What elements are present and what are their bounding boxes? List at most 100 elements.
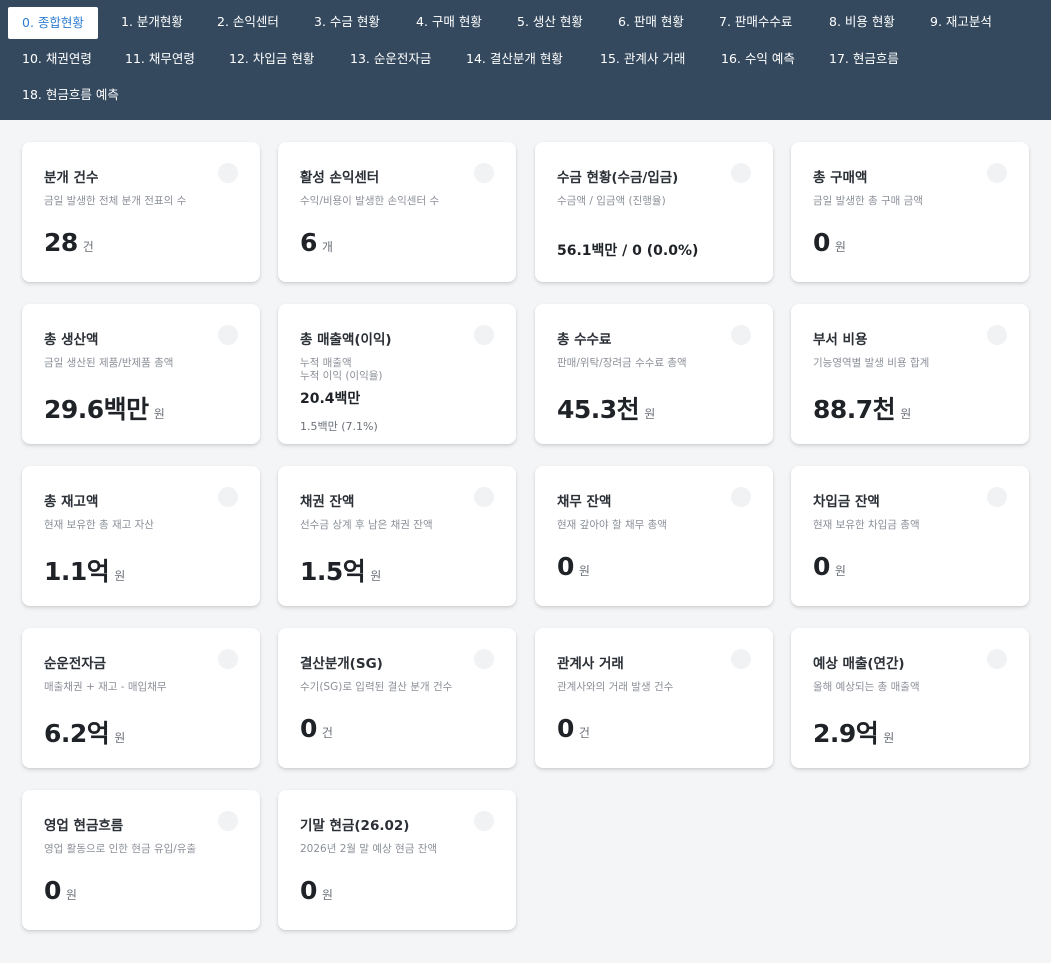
card-total-commission: 총 수수료 판매/위탁/장려금 수수료 총액 45.3천 원: [535, 304, 773, 444]
card-department-expense: 부서 비용 기능영역별 발생 비용 합계 88.7천 원: [791, 304, 1029, 444]
card-value: 29.6백만 원: [44, 395, 165, 424]
card-value-secondary: 1.5백만 (7.1%): [300, 420, 378, 433]
tab-expense[interactable]: 8. 비용 현황: [829, 8, 895, 36]
card-total-purchase: 총 구매액 금일 발생한 총 구매 금액 0원: [791, 142, 1029, 282]
info-icon: [218, 811, 238, 831]
card-description: 수금액 / 입금액 (진행율): [557, 195, 666, 207]
info-icon: [987, 649, 1007, 669]
card-description: 금일 발생한 전체 분개 전표의 수: [44, 195, 187, 207]
card-description: 금일 발생한 총 구매 금액: [813, 195, 923, 207]
card-title: 총 수수료: [557, 332, 612, 348]
card-value: 0원: [44, 876, 77, 905]
tab-closing-journal[interactable]: 14. 결산분개 현황: [466, 45, 563, 73]
card-borrowing-balance: 차입금 잔액 현재 보유한 차입금 총액 0원: [791, 466, 1029, 606]
tab-purchase[interactable]: 4. 구매 현황: [416, 8, 482, 36]
card-title: 영업 현금흐름: [44, 818, 124, 834]
card-title: 부서 비용: [813, 332, 868, 348]
card-description: 2026년 2월 말 예상 현금 잔액: [300, 843, 438, 855]
info-icon: [474, 649, 494, 669]
card-description: 선수금 상계 후 남은 채권 잔액: [300, 519, 433, 531]
card-total-production: 총 생산액 금일 생산된 제품/반제품 총액 29.6백만 원: [22, 304, 260, 444]
info-icon: [474, 325, 494, 345]
info-icon: [987, 487, 1007, 507]
card-title: 수금 현황(수금/입금): [557, 170, 679, 186]
card-value: 20.4백만: [300, 391, 361, 407]
info-icon: [731, 163, 751, 183]
card-title: 기말 현금(26.02): [300, 818, 410, 834]
card-receivable-balance: 채권 잔액 선수금 상계 후 남은 채권 잔액 1.5억 원: [278, 466, 516, 606]
card-active-profit-centers: 활성 손익센터 수익/비용이 발생한 손익센터 수 6개: [278, 142, 516, 282]
info-icon: [218, 325, 238, 345]
tab-revenue-forecast[interactable]: 16. 수익 예측: [721, 45, 795, 73]
card-title: 결산분개(SG): [300, 656, 383, 672]
tab-profit-center[interactable]: 2. 손익센터: [217, 8, 279, 36]
info-icon: [218, 649, 238, 669]
card-value: 56.1백만 / 0 (0.0%): [557, 243, 699, 259]
tab-cash-flow-forecast[interactable]: 18. 현금흐름 예측: [22, 81, 119, 109]
card-description: 수기(SG)로 입력된 결산 분개 건수: [300, 681, 453, 693]
tab-inventory[interactable]: 9. 재고분석: [930, 8, 992, 36]
card-closing-journal-sg: 결산분개(SG) 수기(SG)로 입력된 결산 분개 건수 0건: [278, 628, 516, 768]
card-title: 총 구매액: [813, 170, 868, 186]
tab-production[interactable]: 5. 생산 현황: [517, 8, 583, 36]
card-net-working-capital: 순운전자금 매출채권 + 재고 - 매입채무 6.2억 원: [22, 628, 260, 768]
tab-affiliate[interactable]: 15. 관계사 거래: [600, 45, 685, 73]
card-value: 6개: [300, 228, 333, 257]
card-total-inventory: 총 재고액 현재 보유한 총 재고 자산 1.1억 원: [22, 466, 260, 606]
tab-commission[interactable]: 7. 판매수수료: [719, 8, 792, 36]
card-description: 금일 생산된 제품/반제품 총액: [44, 357, 174, 369]
info-icon: [218, 163, 238, 183]
tab-payable-aging[interactable]: 11. 채무연령: [125, 45, 195, 73]
card-total-sales: 총 매출액(이익) 누적 매출액 누적 이익 (이익율) 20.4백만 1.5백…: [278, 304, 516, 444]
card-description: 현재 보유한 차입금 총액: [813, 519, 920, 531]
tab-working-capital[interactable]: 13. 순운전자금: [350, 45, 431, 73]
card-title: 분개 건수: [44, 170, 99, 186]
info-icon: [987, 325, 1007, 345]
info-icon: [474, 163, 494, 183]
tab-borrowings[interactable]: 12. 차입금 현황: [229, 45, 314, 73]
tab-journal[interactable]: 1. 분개현황: [121, 8, 183, 36]
card-description: 수익/비용이 발생한 손익센터 수: [300, 195, 440, 207]
card-operating-cash-flow: 영업 현금흐름 영업 활동으로 인한 현금 유입/유출 0원: [22, 790, 260, 930]
tab-collection[interactable]: 3. 수금 현황: [314, 8, 380, 36]
info-icon: [731, 325, 751, 345]
card-value: 1.1억 원: [44, 557, 126, 586]
top-navigation: 0. 종합현황 1. 분개현황 2. 손익센터 3. 수금 현황 4. 구매 현…: [0, 0, 1051, 120]
card-value: 2.9억 원: [813, 719, 895, 748]
card-description: 올해 예상되는 총 매출액: [813, 681, 920, 693]
info-icon: [474, 487, 494, 507]
card-journal-count: 분개 건수 금일 발생한 전체 분개 전표의 수 28 건: [22, 142, 260, 282]
card-value: 0원: [300, 876, 333, 905]
card-description: 기능영역별 발생 비용 합계: [813, 357, 930, 369]
tab-sales[interactable]: 6. 판매 현황: [618, 8, 684, 36]
card-description: 현재 보유한 총 재고 자산: [44, 519, 154, 531]
card-title: 예상 매출(연간): [813, 656, 905, 672]
card-ending-cash: 기말 현금(26.02) 2026년 2월 말 예상 현금 잔액 0원: [278, 790, 516, 930]
card-value: 88.7천 원: [813, 395, 912, 424]
tab-overview[interactable]: 0. 종합현황: [8, 7, 98, 39]
info-icon: [731, 649, 751, 669]
tab-receivable-aging[interactable]: 10. 채권연령: [22, 45, 92, 73]
card-title: 차입금 잔액: [813, 494, 880, 510]
card-description-secondary: 누적 이익 (이익율): [300, 370, 383, 382]
card-value: 0원: [557, 552, 590, 581]
card-expected-annual-sales: 예상 매출(연간) 올해 예상되는 총 매출액 2.9억 원: [791, 628, 1029, 768]
card-title: 활성 손익센터: [300, 170, 380, 186]
card-description: 매출채권 + 재고 - 매입채무: [44, 681, 167, 693]
card-collection-status: 수금 현황(수금/입금) 수금액 / 입금액 (진행율) 56.1백만 / 0 …: [535, 142, 773, 282]
card-title: 관계사 거래: [557, 656, 624, 672]
info-icon: [218, 487, 238, 507]
card-description: 관계사와의 거래 발생 건수: [557, 681, 674, 693]
info-icon: [987, 163, 1007, 183]
card-description: 현재 갚아야 할 채무 총액: [557, 519, 667, 531]
card-payable-balance: 채무 잔액 현재 갚아야 할 채무 총액 0원: [535, 466, 773, 606]
card-value: 0건: [557, 714, 590, 743]
card-value: 0건: [300, 714, 333, 743]
tab-cash-flow[interactable]: 17. 현금흐름: [829, 45, 899, 73]
card-description: 판매/위탁/장려금 수수료 총액: [557, 357, 687, 369]
card-title: 순운전자금: [44, 656, 107, 672]
card-title: 총 재고액: [44, 494, 99, 510]
info-icon: [731, 487, 751, 507]
card-value: 0원: [813, 552, 846, 581]
card-description: 영업 활동으로 인한 현금 유입/유출: [44, 843, 197, 855]
